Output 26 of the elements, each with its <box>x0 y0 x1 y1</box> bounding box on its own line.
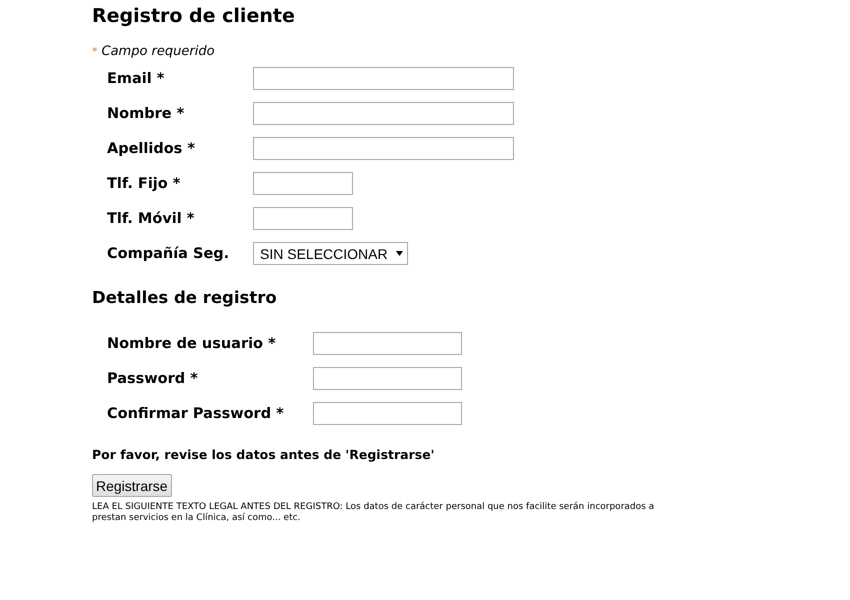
section-title: Detalles de registro <box>92 287 278 309</box>
input-field[interactable] <box>253 67 514 90</box>
field-label: Nombre de usuario * <box>107 336 277 352</box>
field-label: Email * <box>107 70 166 86</box>
input-field[interactable] <box>253 137 514 160</box>
field-label: Password * <box>107 370 199 386</box>
field-label: Tlf. Móvil * <box>107 210 196 226</box>
field-label: Nombre * <box>107 106 186 122</box>
field-label: Apellidos * <box>107 140 196 156</box>
submit-button[interactable]: Registrarse <box>92 474 172 497</box>
field-label: Compañía Seg. <box>107 246 230 262</box>
required-mark: * <box>92 45 98 58</box>
input-field[interactable] <box>313 402 462 425</box>
legal-text: LEA EL SIGUIENTE TEXTO LEGAL ANTES DEL REGISTRO: Los datos de carácter personal que nos facilite serán incorporados a prestan servicios en la Clínica, así como... etc. <box>92 502 656 524</box>
page-title: Registro de cliente <box>92 4 296 28</box>
required-note: Campo requerido <box>102 44 215 59</box>
field-label: Confirmar Password * <box>107 406 285 422</box>
field-label: Tlf. Fijo * <box>107 176 182 192</box>
input-field[interactable] <box>253 207 353 230</box>
caret-icon <box>396 251 403 256</box>
review-note: Por favor, revise los datos antes de 'Registrarse' <box>92 447 436 463</box>
insurance-dropdown[interactable]: SIN SELECCIONAR <box>253 242 408 265</box>
input-field[interactable] <box>313 332 462 355</box>
input-field[interactable] <box>253 102 514 125</box>
input-field[interactable] <box>313 367 462 390</box>
input-field[interactable] <box>253 172 353 195</box>
